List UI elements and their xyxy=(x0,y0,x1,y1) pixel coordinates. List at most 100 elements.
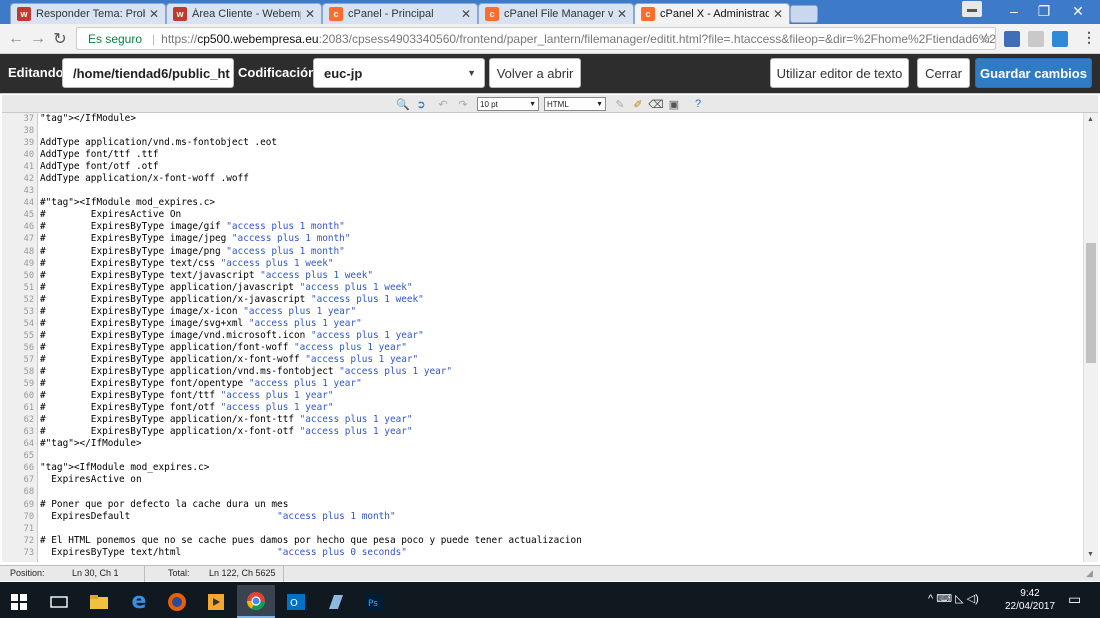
browser-tab[interactable]: c cPanel File Manager v3 ✕ xyxy=(478,3,634,24)
edge-icon[interactable]: e xyxy=(120,585,158,618)
close-icon[interactable]: ✕ xyxy=(461,7,471,21)
scroll-up-icon[interactable]: ▲ xyxy=(1087,116,1094,123)
code-line[interactable] xyxy=(40,486,1080,498)
code-line[interactable]: # ExpiresByType font/ttf "access plus 1 … xyxy=(40,390,1080,402)
new-tab-button[interactable] xyxy=(790,5,818,23)
code-line[interactable]: # ExpiresByType font/opentype "access pl… xyxy=(40,378,1080,390)
search-icon[interactable]: 🔍 xyxy=(396,97,410,111)
profile-icon[interactable]: ▬ xyxy=(962,1,982,17)
code-line[interactable]: AddType font/ttf .ttf xyxy=(40,149,1080,161)
windows-start-icon[interactable] xyxy=(0,585,38,618)
code-area[interactable]: 37 38 39 40 41 42 43 44 45 46 47 48 49 50 51 52 53 54 55 56… xyxy=(2,113,1083,562)
close-window-button[interactable]: ✕ xyxy=(1056,0,1100,22)
code-line[interactable]: #"tag"><IfModule mod_expires.c> xyxy=(40,197,1080,209)
code-line[interactable]: # ExpiresByType font/otf "access plus 1 … xyxy=(40,402,1080,414)
code-line[interactable]: # ExpiresByType text/css "access plus 1 … xyxy=(40,258,1080,270)
bookmark-star-icon[interactable]: ☆ xyxy=(980,30,993,47)
syntax-select[interactable]: HTML ▼ xyxy=(544,97,606,111)
code-line[interactable] xyxy=(40,125,1080,137)
code-line[interactable]: # ExpiresByType image/vnd.microsoft.icon… xyxy=(40,330,1080,342)
code-line[interactable]: # ExpiresByType text/javascript "access … xyxy=(40,270,1080,282)
cpanel-logo-icon: c xyxy=(329,7,343,21)
file-path-field[interactable]: /home/tiendad6/public_ht xyxy=(62,58,234,88)
font-size-select[interactable]: 10 pt ▼ xyxy=(477,97,539,111)
resize-grip-icon[interactable]: ◢ xyxy=(1086,568,1093,579)
task-view-icon[interactable] xyxy=(40,585,78,618)
code-line[interactable]: ExpiresActive on xyxy=(40,474,1080,486)
close-icon[interactable]: ✕ xyxy=(149,7,159,21)
help-icon[interactable]: ? xyxy=(691,97,705,111)
code-line[interactable]: # ExpiresByType image/gif "access plus 1… xyxy=(40,221,1080,233)
forward-arrow-icon[interactable]: → xyxy=(28,29,48,49)
code-line[interactable]: # ExpiresByType application/vnd.ms-fonto… xyxy=(40,366,1080,378)
code-line[interactable]: # ExpiresByType image/x-icon "access plu… xyxy=(40,306,1080,318)
code-line[interactable]: #"tag"></IfModule> xyxy=(40,438,1080,450)
chrome-icon[interactable] xyxy=(237,585,275,618)
highlight-icon[interactable]: ✐ xyxy=(631,97,645,111)
outlook-icon[interactable]: O xyxy=(277,585,315,618)
goto-line-icon[interactable]: ➲ xyxy=(414,97,428,111)
code-line[interactable]: # ExpiresByType application/x-font-otf "… xyxy=(40,426,1080,438)
extension-icon[interactable] xyxy=(1004,31,1020,47)
code-line[interactable]: AddType font/otf .otf xyxy=(40,161,1080,173)
photoshop-icon[interactable]: Ps xyxy=(356,585,394,618)
media-player-icon[interactable] xyxy=(197,585,235,618)
code-line[interactable]: # ExpiresByType application/javascript "… xyxy=(40,282,1080,294)
code-line[interactable] xyxy=(40,450,1080,462)
close-icon[interactable]: ✕ xyxy=(773,7,783,21)
vertical-scrollbar[interactable]: ▲ ▼ xyxy=(1083,113,1098,562)
code-line[interactable]: # ExpiresByType application/font-woff "a… xyxy=(40,342,1080,354)
system-tray-icons[interactable]: ^ ⌨ ◺ ◁) xyxy=(928,592,979,605)
notifications-icon[interactable]: ▭ xyxy=(1068,591,1081,608)
extension-icon[interactable] xyxy=(1052,31,1068,47)
browser-tab-active[interactable]: c cPanel X - Administrador ✕ xyxy=(634,3,790,24)
code-line[interactable]: ExpiresDefault "access plus 1 month" xyxy=(40,511,1080,523)
code-line[interactable]: # ExpiresByType application/x-javascript… xyxy=(40,294,1080,306)
encoding-select[interactable]: euc-jp ▼ xyxy=(313,58,485,88)
code-lines[interactable]: "tag"></IfModule> AddType application/vnd… xyxy=(40,113,1080,559)
taskbar-clock[interactable]: 9:42 22/04/2017 xyxy=(1004,587,1056,613)
back-arrow-icon[interactable]: ← xyxy=(6,29,26,49)
eraser-icon[interactable]: ⌫ xyxy=(648,97,664,111)
code-line[interactable]: # El HTML ponemos que no se cache pues d… xyxy=(40,535,1080,547)
code-line[interactable]: # ExpiresByType image/jpeg "access plus … xyxy=(40,233,1080,245)
browser-tab[interactable]: w Área Cliente - Webempre ✕ xyxy=(166,3,322,24)
code-line[interactable] xyxy=(40,185,1080,197)
toggle-highlight-icon[interactable]: ✎ xyxy=(613,97,627,111)
code-line[interactable]: "tag"><IfModule mod_expires.c> xyxy=(40,462,1080,474)
save-changes-button[interactable]: Guardar cambios xyxy=(975,58,1092,88)
code-line[interactable]: # ExpiresByType image/png "access plus 1… xyxy=(40,246,1080,258)
line-number: 72 xyxy=(23,535,34,546)
code-line[interactable]: AddType application/x-font-woff .woff xyxy=(40,173,1080,185)
code-line[interactable]: ExpiresByType text/html "access plus 0 s… xyxy=(40,547,1080,559)
reload-icon[interactable]: ↻ xyxy=(50,29,70,49)
fullscreen-icon[interactable]: ▣ xyxy=(667,97,681,111)
use-text-editor-button[interactable]: Utilizar editor de texto xyxy=(770,58,909,88)
browser-tab[interactable]: w Responder Tema: Problem ✕ xyxy=(10,3,166,24)
undo-icon[interactable]: ↶ xyxy=(436,97,450,111)
code-line[interactable] xyxy=(40,523,1080,535)
code-line[interactable]: # ExpiresByType image/svg+xml "access pl… xyxy=(40,318,1080,330)
extension-icon[interactable] xyxy=(1028,31,1044,47)
close-icon[interactable]: ✕ xyxy=(617,7,627,21)
clock-time: 9:42 xyxy=(1020,588,1040,599)
tab-label: cPanel File Manager v3 xyxy=(504,8,613,20)
redo-icon[interactable]: ↷ xyxy=(456,97,470,111)
scrollbar-thumb[interactable] xyxy=(1086,243,1096,363)
code-line[interactable]: # Poner que por defecto la cache dura un… xyxy=(40,499,1080,511)
code-line[interactable]: # ExpiresActive On xyxy=(40,209,1080,221)
browser-tab[interactable]: c cPanel - Principal ✕ xyxy=(322,3,478,24)
firefox-icon[interactable] xyxy=(158,585,196,618)
address-bar[interactable]: Es seguro | https://cp500.webempresa.eu:… xyxy=(76,27,996,50)
code-line[interactable]: AddType application/vnd.ms-fontobject .e… xyxy=(40,137,1080,149)
code-line[interactable]: "tag"></IfModule> xyxy=(40,113,1080,125)
scroll-down-icon[interactable]: ▼ xyxy=(1087,551,1094,558)
code-line[interactable]: # ExpiresByType application/x-font-ttf "… xyxy=(40,414,1080,426)
file-explorer-icon[interactable] xyxy=(80,585,118,618)
browser-menu-icon[interactable]: ⋮ xyxy=(1082,29,1096,46)
code-line[interactable]: # ExpiresByType application/x-font-woff … xyxy=(40,354,1080,366)
reopen-button[interactable]: Volver a abrir xyxy=(489,58,581,88)
notes-icon[interactable] xyxy=(317,585,355,618)
close-button[interactable]: Cerrar xyxy=(917,58,970,88)
close-icon[interactable]: ✕ xyxy=(305,7,315,21)
